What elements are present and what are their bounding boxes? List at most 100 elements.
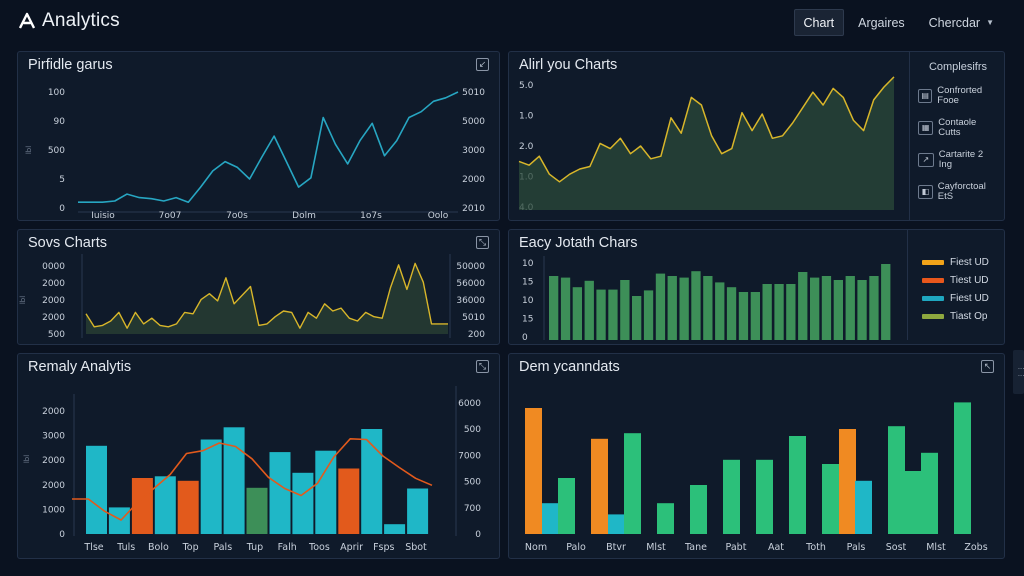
bar — [774, 284, 784, 340]
x-tick-label: Pals — [213, 542, 232, 553]
x-tick-label: Toth — [805, 542, 826, 553]
y-tick-label: 2000 — [42, 296, 65, 306]
legend-swatch — [922, 296, 944, 301]
bar — [108, 507, 130, 534]
bar — [591, 438, 608, 534]
legend-item[interactable]: Fiest UD — [922, 257, 989, 268]
x-tick-label: Bolo — [148, 542, 169, 553]
y-tick-label: 7000 — [458, 451, 481, 461]
bar — [558, 478, 575, 534]
y-tick-label: 0000 — [42, 262, 65, 272]
y-tick-label: 100 — [48, 88, 65, 98]
axis-side-label: lbl — [25, 146, 33, 154]
area-chart: 5.01.02.01.04.0 — [518, 76, 895, 213]
area-chart: 0000 2000 2000 2000 500 50000 56000 36000 5010 20… — [19, 254, 485, 340]
bar — [560, 277, 571, 340]
y-tick-label: 2.0 — [519, 142, 534, 152]
bar — [845, 276, 855, 340]
x-tick-label: 7o07 — [159, 211, 182, 221]
tab-chercdar[interactable]: Chercdar ▼ — [919, 9, 1004, 36]
bar — [657, 503, 674, 534]
bar — [690, 485, 707, 534]
bar — [833, 280, 843, 340]
bar — [384, 524, 406, 534]
x-tick-label: Btvr — [606, 542, 626, 553]
y-tick-label: 2010 — [462, 204, 485, 214]
bar — [200, 439, 222, 534]
legend-swatch — [922, 260, 944, 265]
y-tick-label: 56000 — [456, 279, 485, 289]
bar — [888, 426, 905, 534]
series-line — [78, 91, 459, 203]
tab-argaires[interactable]: Argaires — [848, 9, 915, 36]
bar — [338, 468, 360, 534]
x-tick-label: Falh — [278, 542, 297, 553]
tab-label: Chart — [803, 15, 835, 30]
y-tick-label: 90 — [54, 117, 66, 127]
x-tick-label: Pabt — [726, 542, 747, 553]
bar — [269, 452, 291, 534]
y-tick-label: 500 — [48, 330, 65, 340]
bar — [798, 272, 808, 340]
bar — [881, 264, 891, 340]
bar — [810, 277, 820, 340]
y-tick-label: 5010 — [462, 313, 485, 323]
y-tick-label: 0 — [59, 204, 65, 214]
x-tick-label: Iuisio — [91, 211, 115, 221]
panel-remaly-analytis: Remaly Analytis ⤡ 2000 3000 2000 2000 1000 0 6… — [17, 353, 500, 559]
y-tick-label: 1000 — [42, 505, 65, 515]
y-tick-label: 3000 — [462, 146, 485, 156]
x-tick-label: Aat — [768, 542, 784, 553]
y-tick-label: 2000 — [42, 456, 65, 466]
bar — [525, 408, 542, 534]
legend-label: Fiest UD — [950, 257, 989, 268]
bar — [608, 289, 618, 340]
bar — [821, 276, 832, 340]
y-tick-label: 5000 — [462, 117, 485, 127]
legend-label: Fiest UD — [950, 293, 989, 304]
tab-label: Argaires — [858, 15, 905, 30]
legend-item[interactable]: Fiest UD — [922, 293, 989, 304]
legend-label: Cayforctoal EtS — [937, 181, 986, 202]
side-drawer-handle[interactable]: ⋮⋮ — [1013, 350, 1024, 394]
x-tick-label: Sost — [886, 542, 907, 553]
bar — [738, 292, 749, 340]
y-tick-label: 5.0 — [519, 81, 534, 91]
tab-chart[interactable]: Chart — [793, 9, 845, 36]
y-tick-label: 3000 — [42, 432, 65, 442]
bar — [596, 289, 606, 340]
legend-label: Cartarite 2 Ing — [938, 149, 984, 170]
chart-icon: ▦ — [918, 121, 934, 135]
chart-icon: ◧ — [918, 185, 933, 199]
legend-item[interactable]: Tiest UD — [922, 275, 989, 286]
legend-item[interactable]: ↗ Cartarite 2 Ing — [918, 148, 998, 172]
bar — [703, 276, 713, 340]
legend-item[interactable]: Tiast Op — [922, 311, 987, 322]
bar — [620, 280, 630, 340]
x-tick-label: Oolo — [428, 211, 449, 221]
y-tick-label: 2000 — [462, 175, 485, 185]
legend-item[interactable]: ◧ Cayforctoal EtS — [918, 180, 998, 204]
y-tick-label: 500 — [48, 146, 65, 156]
legend-item[interactable]: ▤ Confrorted Fooe — [918, 84, 998, 108]
bar — [86, 445, 107, 534]
bar-chart: Nom Palo Btvr Mlst Tane Pabt Aat Toth Pals Sost Ml… — [525, 402, 988, 553]
legend-swatch — [922, 314, 944, 319]
axis-side-label: lbl — [19, 296, 27, 304]
y-tick-label: 50000 — [456, 262, 485, 272]
x-tick-label: Toos — [308, 542, 330, 553]
bar — [869, 276, 879, 340]
bar — [246, 487, 268, 534]
area-fill — [519, 76, 894, 211]
x-tick-label: Tane — [684, 542, 707, 553]
panel-sovs-charts: Sovs Charts ⤡ 0000 2000 2000 2000 500 50000 56… — [17, 229, 500, 345]
legend-item[interactable]: ▦ Contaole Cutts — [918, 116, 998, 140]
y-tick-label: 500 — [464, 478, 481, 488]
bar-chart: 10 15 10 15 0 — [522, 256, 891, 343]
y-tick-label: 1.0 — [519, 112, 534, 122]
panel-eacy-jotath-chars: Eacy Jotath Chars 10 15 10 15 0 Fiest UD Tie… — [508, 229, 1005, 345]
panel-alirl-you-charts: Alirl you Charts 5.01.02.01.04.0 Comples… — [508, 51, 1005, 221]
bar — [855, 480, 872, 534]
bar — [822, 464, 839, 534]
bar — [839, 429, 856, 534]
